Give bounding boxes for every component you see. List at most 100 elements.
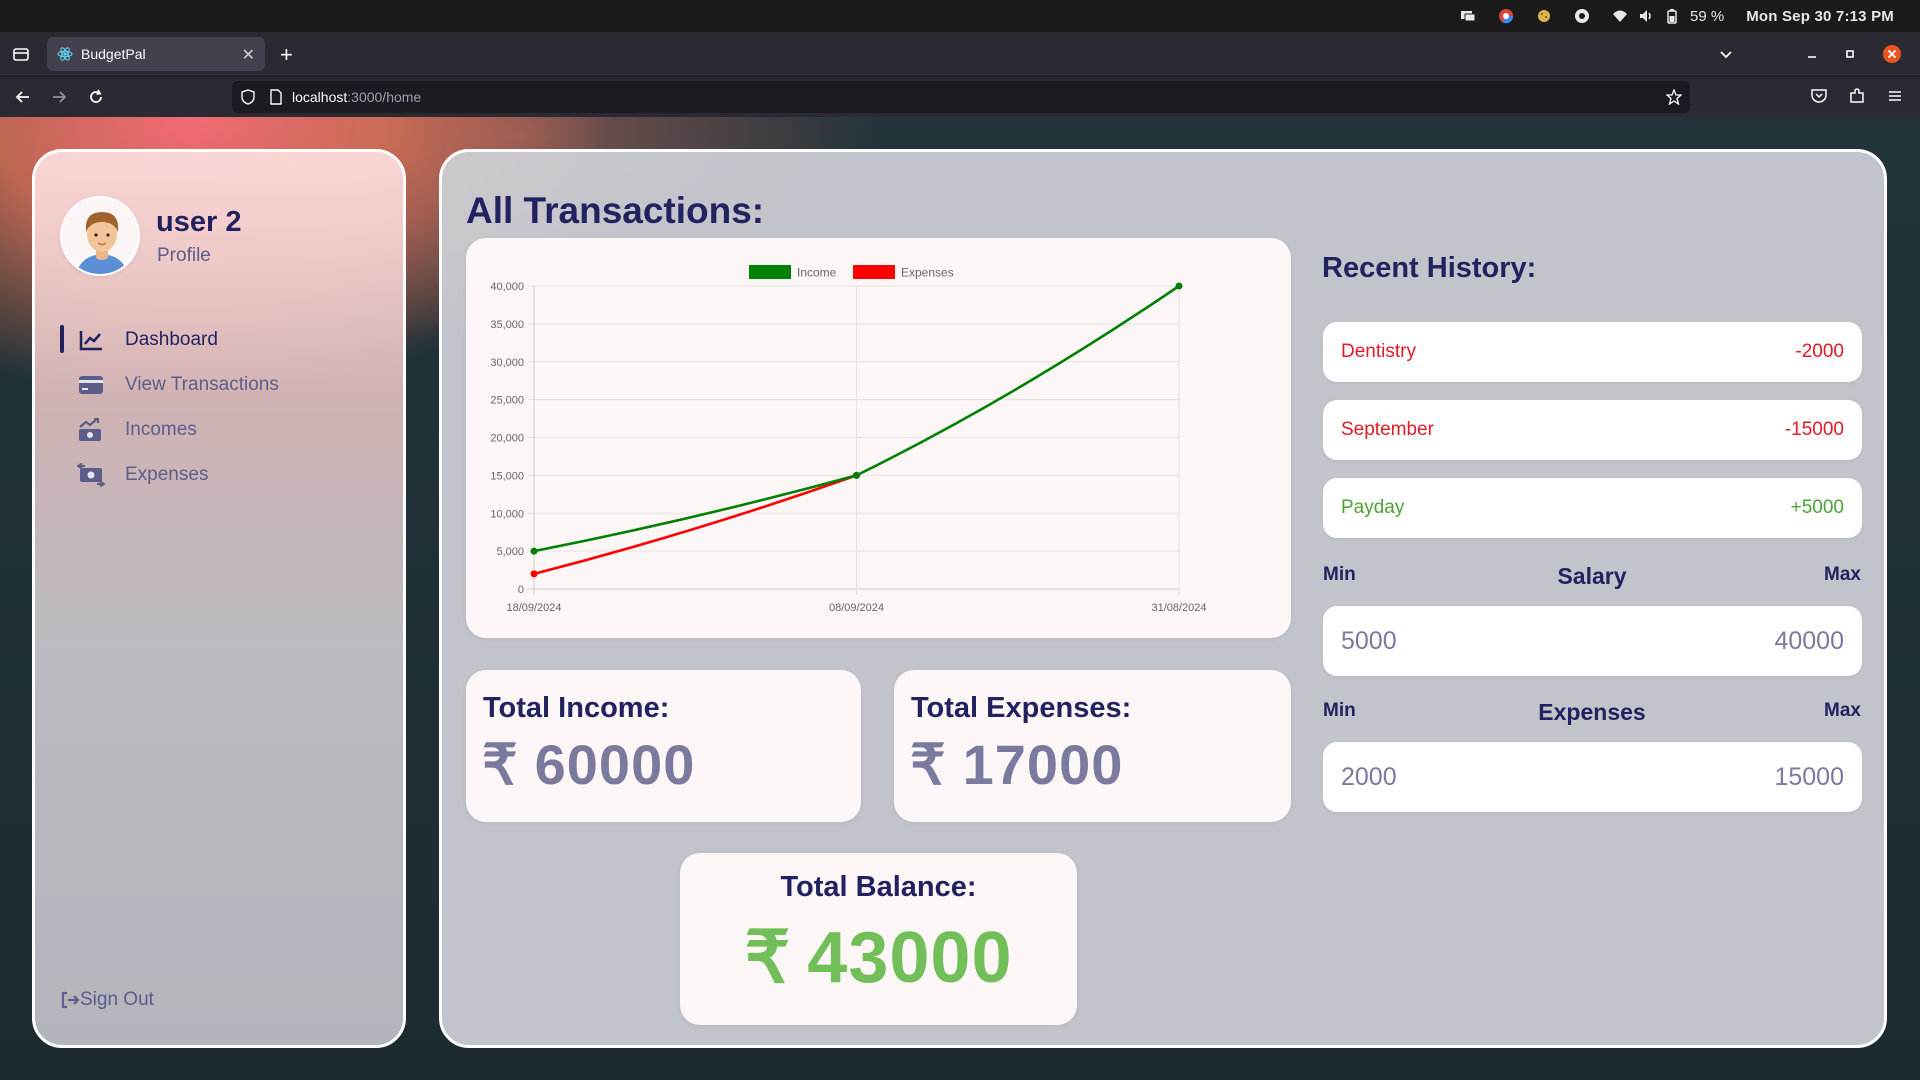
y-tick-label: 30,000 xyxy=(490,357,524,369)
page-background: user 2 Profile Dashboard View Transactio… xyxy=(0,117,1920,1080)
salary-min-label: Min xyxy=(1323,564,1356,585)
reload-icon[interactable] xyxy=(86,87,106,107)
volume-icon[interactable] xyxy=(1638,8,1654,24)
tab-manager-icon[interactable] xyxy=(12,45,30,63)
maximize-icon[interactable] xyxy=(1844,48,1856,60)
expenses-max-label: Max xyxy=(1824,700,1861,721)
sidebar-item-label: Incomes xyxy=(125,418,197,440)
total-expenses-label: Total Expenses: xyxy=(911,692,1132,724)
y-tick-label: 0 xyxy=(518,584,524,596)
minimize-icon[interactable] xyxy=(1806,48,1818,60)
total-income-card: Total Income: ₹60000 xyxy=(466,670,861,822)
salary-min-value: 5000 xyxy=(1341,626,1397,655)
y-tick-label: 5,000 xyxy=(496,546,524,558)
tab-budgetpal[interactable]: BudgetPal ✕ xyxy=(47,37,265,71)
sign-out-button[interactable]: Sign Out xyxy=(60,989,154,1011)
total-income-amount: 60000 xyxy=(534,733,696,796)
chevron-down-icon[interactable] xyxy=(1718,46,1734,62)
expenses-max-value: 15000 xyxy=(1774,762,1844,791)
tab-title: BudgetPal xyxy=(81,46,146,62)
forward-arrow-icon[interactable] xyxy=(49,87,69,107)
total-balance-card: Total Balance: ₹43000 xyxy=(680,853,1077,1025)
history-item-amount: -15000 xyxy=(1784,419,1844,440)
wifi-icon[interactable] xyxy=(1612,8,1628,24)
y-tick-label: 25,000 xyxy=(490,395,524,407)
total-expenses-amount: 17000 xyxy=(962,733,1124,796)
sign-out-label: Sign Out xyxy=(80,989,154,1010)
browser-tab-bar: BudgetPal ✕ + xyxy=(0,32,1920,76)
history-item: September -15000 xyxy=(1323,400,1862,460)
history-item-name: Dentistry xyxy=(1341,341,1416,362)
sidebar-item-expenses[interactable]: Expenses xyxy=(35,452,403,497)
pocket-icon[interactable] xyxy=(1810,87,1828,105)
page-title: All Transactions: xyxy=(466,190,765,231)
total-balance-amount: 43000 xyxy=(807,918,1013,998)
menu-icon[interactable] xyxy=(1886,87,1904,105)
react-favicon-icon xyxy=(57,47,73,61)
rupee-icon: ₹ xyxy=(744,918,792,998)
chart-line-icon xyxy=(77,328,105,352)
user-name: user 2 xyxy=(156,206,242,238)
history-item: Dentistry -2000 xyxy=(1323,322,1862,382)
history-item: Payday +5000 xyxy=(1323,478,1862,538)
legend-label: Expenses xyxy=(901,266,954,280)
x-tick-label: 08/09/2024 xyxy=(829,602,884,614)
rupee-icon: ₹ xyxy=(482,733,519,796)
total-balance-value: ₹43000 xyxy=(680,915,1077,999)
cookie-icon[interactable] xyxy=(1536,8,1552,24)
total-income-value: ₹60000 xyxy=(482,732,695,798)
profile-link[interactable]: Profile xyxy=(157,245,211,267)
back-arrow-icon[interactable] xyxy=(13,87,33,107)
battery-icon[interactable] xyxy=(1664,8,1680,24)
money-bill-trend-icon xyxy=(77,417,105,442)
new-tab-icon[interactable]: + xyxy=(280,42,293,68)
expenses-min-label: Min xyxy=(1323,700,1356,721)
x-tick-label: 18/09/2024 xyxy=(506,602,561,614)
data-point-income xyxy=(1175,282,1183,290)
y-tick-label: 35,000 xyxy=(490,319,524,331)
total-expenses-card: Total Expenses: ₹17000 xyxy=(894,670,1291,822)
expenses-range-title: Expenses xyxy=(1538,699,1646,725)
sidebar-item-dashboard[interactable]: Dashboard xyxy=(35,317,403,362)
legend-swatch-expenses xyxy=(853,265,895,279)
transactions-line-chart: 0 5,000 10,000 15,000 20,000 25,000 30,000 35,0… xyxy=(490,265,1207,614)
close-window-icon[interactable] xyxy=(1882,44,1902,64)
sidebar-item-view-transactions[interactable]: View Transactions xyxy=(35,362,403,407)
record-icon[interactable] xyxy=(1574,8,1590,24)
extensions-icon[interactable] xyxy=(1848,87,1866,105)
toolbar-right xyxy=(1810,87,1904,105)
salary-range-title: Salary xyxy=(1557,563,1627,589)
total-expenses-value: ₹17000 xyxy=(910,732,1123,798)
star-icon[interactable] xyxy=(1666,89,1682,105)
avatar[interactable] xyxy=(60,196,140,276)
sidebar-item-label: View Transactions xyxy=(125,373,279,395)
history-item-name: September xyxy=(1341,419,1434,440)
data-point-income xyxy=(530,547,538,555)
x-tick-label: 31/08/2024 xyxy=(1151,602,1206,614)
window-controls xyxy=(1718,32,1902,76)
money-bill-transfer-icon xyxy=(77,462,105,487)
user-avatar-icon xyxy=(76,212,128,274)
chrome-icon[interactable] xyxy=(1498,8,1514,24)
credit-card-icon xyxy=(77,373,105,397)
history-item-amount: +5000 xyxy=(1790,497,1844,518)
system-tray: 59 % Mon Sep 30 7:13 PM xyxy=(1460,0,1920,32)
sidebar: user 2 Profile Dashboard View Transactio… xyxy=(32,149,406,1048)
display-icon[interactable] xyxy=(1460,8,1476,24)
url-host: localhost xyxy=(292,89,348,105)
browser-nav-bar: localhost:3000/home xyxy=(0,76,1920,117)
shield-icon[interactable] xyxy=(240,89,256,105)
sign-out-icon xyxy=(61,991,80,1009)
salary-max-value: 40000 xyxy=(1774,626,1844,655)
salary-range-box: 5000 40000 xyxy=(1323,606,1862,676)
sidebar-item-incomes[interactable]: Incomes xyxy=(35,407,403,452)
expenses-min-value: 2000 xyxy=(1341,762,1397,791)
total-income-label: Total Income: xyxy=(483,692,670,724)
close-tab-icon[interactable]: ✕ xyxy=(242,45,255,65)
y-tick-label: 15,000 xyxy=(490,470,524,482)
url-bar[interactable]: localhost:3000/home xyxy=(232,81,1690,113)
clock[interactable]: Mon Sep 30 7:13 PM xyxy=(1746,8,1894,25)
page-icon[interactable] xyxy=(268,89,284,105)
total-balance-label: Total Balance: xyxy=(780,871,977,903)
y-tick-label: 20,000 xyxy=(490,433,524,445)
